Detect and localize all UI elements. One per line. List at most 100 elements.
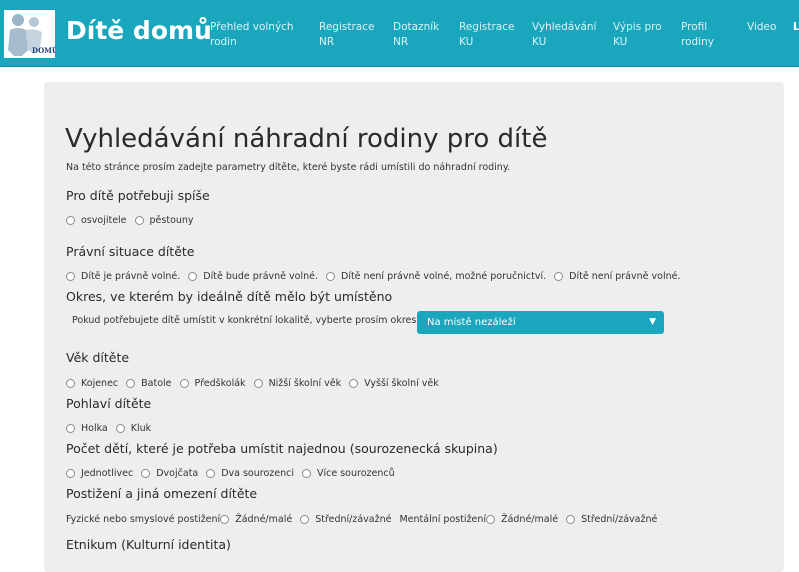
radio-circle[interactable] [66, 468, 75, 478]
radio-pestouny[interactable]: pěstouny [134, 214, 194, 226]
radio-siblings-single[interactable]: Jednotlivec [66, 468, 133, 479]
radio-circle[interactable] [115, 423, 125, 433]
section-title-need: Pro dítě potřebuji spíše [66, 188, 210, 203]
radio-label: Střední/závažné [581, 513, 658, 525]
radio-label: Žádné/malé [235, 513, 293, 525]
nav-label-line1: Registrace [459, 21, 515, 33]
radio-physical-none[interactable]: Žádné/malé [220, 514, 292, 525]
nav-label-line1: Vyhledávání [532, 21, 597, 33]
section-title-legal: Právní situace dítěte [66, 244, 195, 259]
nav-label-line2: NR [393, 36, 409, 48]
nav-label-line1: Výpis pro [613, 21, 662, 33]
nav-label-line2: rodin [210, 36, 237, 48]
radio-physical-severe[interactable]: Střední/závažné [300, 514, 391, 525]
radio-circle[interactable] [179, 378, 189, 388]
radio-circle[interactable] [302, 468, 311, 478]
nav-label-line1: Dotazník [393, 21, 440, 33]
radio-siblings-twins[interactable]: Dvojčata [141, 468, 198, 479]
radio-label: Dítě není právně volné. [569, 270, 681, 282]
radio-circle[interactable] [566, 514, 576, 524]
nav-label-line1: Profil [681, 21, 708, 33]
nav-registrace-nr[interactable]: Registrace NR [319, 20, 374, 50]
radio-circle[interactable] [66, 423, 75, 433]
radio-label: Jednotlivec [81, 467, 134, 479]
section-title-ethnicity: Etnikum (Kulturní identita) [66, 537, 231, 552]
radio-gender-boy[interactable]: Kluk [115, 422, 152, 434]
radio-mental-severe[interactable]: Střední/závažné [566, 514, 657, 525]
nav-label-line2: KU [532, 36, 547, 48]
section-title-siblings: Počet dětí, které je potřeba umístit naj… [66, 441, 498, 456]
disability-options: Fyzické nebo smyslové postižení Žádné/ma… [66, 512, 665, 526]
radio-circle[interactable] [220, 514, 230, 524]
radio-siblings-two[interactable]: Dva sourozenci [206, 468, 294, 479]
radio-circle[interactable] [141, 468, 151, 478]
section-title-gender: Pohlaví dítěte [66, 396, 152, 411]
radio-circle[interactable] [349, 378, 359, 388]
section-title-age: Věk dítěte [66, 350, 130, 365]
radio-label: Nižší školní věk [268, 377, 342, 389]
age-options: Kojenec Batole Předškolák Nižší školní v… [66, 376, 447, 390]
chevron-down-icon: ▼ [649, 317, 656, 327]
section-title-region: Okres, ve kterém by ideálně dítě mělo bý… [66, 289, 393, 304]
need-options: osvojitele pěstouny [66, 213, 202, 227]
radio-gender-girl[interactable]: Holka [66, 423, 108, 434]
radio-label: Žádné/malé [501, 513, 559, 525]
radio-label: Vyšší školní věk [364, 377, 439, 389]
brand-title[interactable]: Dítě domů [66, 16, 212, 45]
radio-legal-guardianship[interactable]: Dítě není právně volné, možné poručnictv… [326, 271, 546, 282]
radio-circle[interactable] [188, 271, 198, 281]
radio-circle[interactable] [66, 378, 75, 388]
radio-circle[interactable] [300, 514, 310, 524]
nav-video[interactable]: Video [747, 20, 776, 35]
radio-label: Kluk [130, 422, 152, 434]
radio-osvojitele[interactable]: osvojitele [66, 215, 127, 226]
nav-cut-item[interactable]: L [793, 20, 799, 35]
radio-circle[interactable] [206, 468, 216, 478]
nav-label-line1: Přehled volných [210, 21, 294, 33]
nav-label-line1: Registrace [319, 21, 375, 33]
section-title-disability: Postižení a jiná omezení dítěte [66, 486, 258, 501]
nav-dotaznik-nr[interactable]: Dotazník NR [393, 20, 439, 50]
top-navbar: DOMŮ Dítě domů Přehled volných rodin Reg… [0, 0, 799, 67]
radio-label: Holka [81, 422, 108, 434]
nav-prehled-volnych-rodin[interactable]: Přehled volných rodin [210, 20, 294, 50]
radio-label: pěstouny [149, 214, 194, 226]
radio-age-preschool[interactable]: Předškolák [179, 377, 246, 389]
radio-age-upper-school[interactable]: Vyšší školní věk [349, 378, 439, 389]
radio-mental-none[interactable]: Žádné/malé [486, 514, 558, 525]
radio-siblings-more[interactable]: Více sourozenců [302, 468, 395, 479]
radio-label: Více sourozenců [317, 467, 395, 479]
radio-age-toddler[interactable]: Batole [126, 377, 172, 389]
radio-circle[interactable] [253, 378, 263, 388]
radio-circle[interactable] [126, 378, 136, 388]
radio-label: Střední/závažné [315, 513, 392, 525]
radio-circle[interactable] [66, 215, 75, 225]
radio-legal-not-free[interactable]: Dítě není právně volné. [554, 271, 680, 282]
radio-circle[interactable] [134, 215, 144, 225]
radio-circle[interactable] [486, 514, 496, 524]
legal-options: Dítě je právně volné. Dítě bude právně v… [66, 269, 688, 283]
logo[interactable]: DOMŮ [4, 10, 55, 58]
nav-vypis-pro-ku[interactable]: Výpis pro KU [613, 20, 662, 50]
radio-legal-free[interactable]: Dítě je právně volné. [66, 271, 180, 282]
nav-vyhledavani-ku[interactable]: Vyhledávání KU [532, 20, 596, 50]
region-select-value: Na místě nezáleží [427, 317, 516, 328]
region-select[interactable]: Na místě nezáleží ▼ [417, 311, 664, 334]
radio-label: Dítě není právně volné, možné poručnictv… [341, 270, 547, 282]
radio-circle[interactable] [326, 271, 335, 281]
siblings-options: Jednotlivec Dvojčata Dva sourozenci Více… [66, 466, 403, 480]
page-title: Vyhledávání náhradní rodiny pro dítě [65, 124, 548, 154]
nav-registrace-ku[interactable]: Registrace KU [459, 20, 514, 50]
radio-label: Předškolák [194, 377, 246, 389]
radio-label: Batole [141, 377, 172, 389]
radio-circle[interactable] [66, 271, 75, 281]
page-intro: Na této stránce prosím zadejte parametry… [66, 162, 511, 173]
radio-age-lower-school[interactable]: Nižší školní věk [253, 377, 342, 389]
radio-circle[interactable] [554, 271, 564, 281]
nav-label-line2: rodiny [681, 36, 714, 48]
nav-profil-rodiny[interactable]: Profil rodiny [681, 20, 714, 50]
radio-legal-will-be-free[interactable]: Dítě bude právně volné. [188, 271, 318, 282]
logo-icon: DOMŮ [8, 14, 55, 56]
radio-age-infant[interactable]: Kojenec [66, 378, 118, 389]
radio-label: Dva sourozenci [221, 467, 294, 479]
